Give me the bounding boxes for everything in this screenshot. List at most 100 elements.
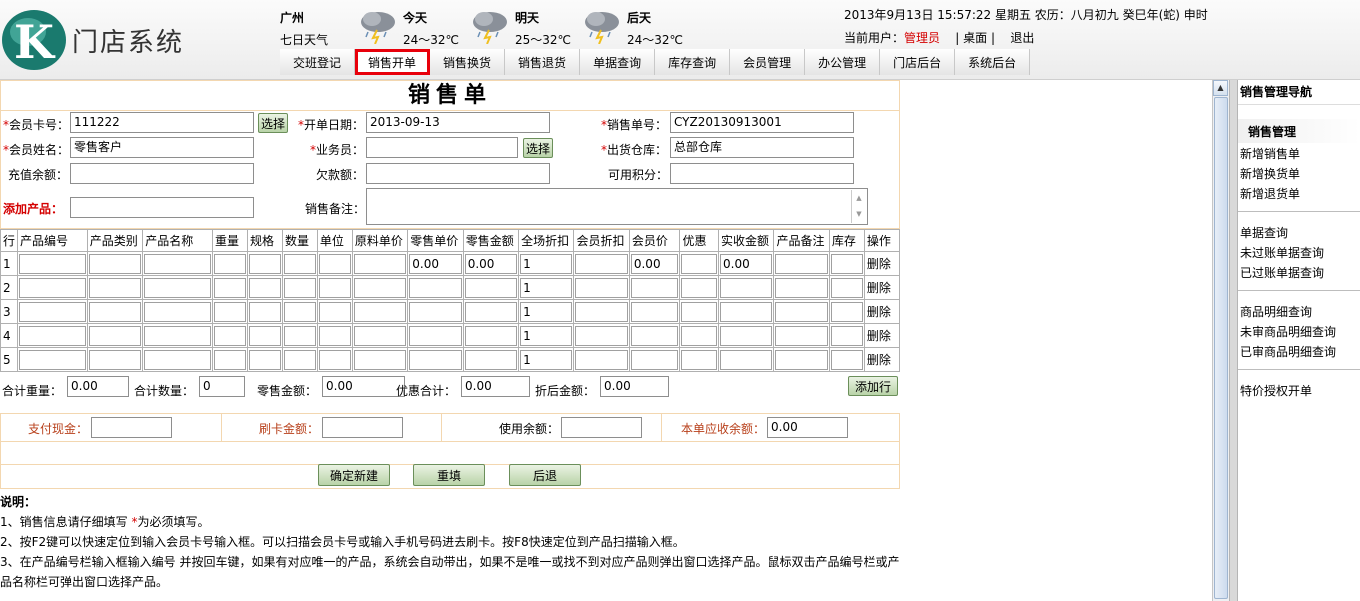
remark-scrollbar[interactable]: ▲ ▼ (851, 190, 866, 223)
cell-input[interactable] (283, 349, 316, 370)
cell-input[interactable] (144, 325, 211, 346)
tab-store-backend[interactable]: 门店后台 (880, 49, 956, 75)
open-date-input[interactable]: 2013-09-13 (366, 112, 550, 133)
nav-new-sale[interactable]: 新增销售单 (1238, 143, 1360, 163)
scroll-up-arrow-icon[interactable]: ▲ (1213, 80, 1228, 96)
remark-textarea[interactable] (366, 188, 868, 225)
nav-unapproved-detail-query[interactable]: 未审商品明细查询 (1238, 321, 1360, 341)
cell-input[interactable] (575, 253, 628, 274)
after-discount-input[interactable]: 0.00 (600, 376, 669, 397)
warehouse-input[interactable]: 总部仓库 (670, 137, 854, 158)
panel-splitter[interactable] (1229, 80, 1237, 601)
nav-unposted-query[interactable]: 未过账单据查询 (1238, 242, 1360, 262)
cell-input[interactable] (88, 253, 142, 274)
cell-input[interactable] (775, 253, 828, 274)
due-balance-input[interactable]: 0.00 (767, 417, 848, 438)
cell-input[interactable]: 1 (520, 277, 573, 298)
total-weight-input[interactable]: 0.00 (67, 376, 129, 397)
cell-input[interactable] (681, 301, 718, 322)
cell-input[interactable] (775, 301, 828, 322)
cell-input[interactable] (720, 277, 773, 298)
delete-row-link[interactable]: 删除 (863, 275, 901, 300)
nav-approved-detail-query[interactable]: 已审商品明细查询 (1238, 341, 1360, 361)
member-select-button[interactable]: 选择 (258, 113, 288, 133)
delete-row-link[interactable]: 删除 (863, 347, 901, 372)
tab-sales-exchange[interactable]: 销售换货 (430, 49, 506, 75)
cell-input[interactable] (409, 277, 462, 298)
cell-input[interactable] (248, 253, 281, 274)
cell-input[interactable]: 0.00 (720, 253, 773, 274)
delete-row-link[interactable]: 删除 (863, 251, 901, 276)
cell-input[interactable] (464, 349, 518, 370)
cell-input[interactable] (630, 349, 679, 370)
add-row-button[interactable]: 添加行 (848, 376, 898, 396)
cell-input[interactable] (830, 325, 863, 346)
nav-new-return[interactable]: 新增退货单 (1238, 183, 1360, 203)
cell-input[interactable] (283, 325, 316, 346)
cell-input[interactable] (575, 349, 628, 370)
delete-row-link[interactable]: 删除 (863, 323, 901, 348)
member-card-input[interactable]: 111222 (70, 112, 254, 133)
cell-input[interactable] (353, 325, 407, 346)
cell-input[interactable] (830, 277, 863, 298)
cell-input[interactable] (353, 253, 407, 274)
balance-input[interactable] (70, 163, 254, 184)
cell-input[interactable] (464, 277, 518, 298)
cell-input[interactable] (213, 277, 246, 298)
tab-stock-query[interactable]: 库存查询 (655, 49, 731, 75)
cell-input[interactable]: 1 (520, 325, 573, 346)
cell-input[interactable] (88, 277, 142, 298)
tab-system-backend[interactable]: 系统后台 (955, 49, 1031, 75)
cell-input[interactable] (248, 349, 281, 370)
cell-input[interactable] (720, 325, 773, 346)
cell-input[interactable] (318, 301, 351, 322)
cell-input[interactable] (318, 325, 351, 346)
cell-input[interactable] (830, 253, 863, 274)
cell-input[interactable] (409, 349, 462, 370)
cell-input[interactable] (213, 349, 246, 370)
confirm-create-button[interactable]: 确定新建 (318, 464, 390, 486)
tab-member-management[interactable]: 会员管理 (730, 49, 806, 75)
cell-input[interactable] (144, 277, 211, 298)
cell-input[interactable] (575, 301, 628, 322)
cell-input[interactable] (144, 253, 211, 274)
nav-posted-query[interactable]: 已过账单据查询 (1238, 262, 1360, 282)
salesman-input[interactable] (366, 137, 518, 158)
cell-input[interactable]: 1 (520, 253, 573, 274)
cell-input[interactable] (144, 301, 211, 322)
cell-input[interactable] (144, 349, 211, 370)
cell-input[interactable] (283, 277, 316, 298)
cell-input[interactable] (464, 301, 518, 322)
desktop-link[interactable]: 桌面 (963, 31, 987, 45)
cell-input[interactable] (681, 325, 718, 346)
cell-input[interactable]: 1 (520, 301, 573, 322)
cell-input[interactable] (353, 349, 407, 370)
logout-link[interactable]: 退出 (1010, 31, 1034, 45)
cell-input[interactable] (318, 277, 351, 298)
weather-label[interactable]: 七日天气 (280, 31, 328, 48)
cell-input[interactable] (19, 253, 86, 274)
cell-input[interactable] (248, 277, 281, 298)
cell-input[interactable] (830, 301, 863, 322)
cell-input[interactable] (681, 277, 718, 298)
tab-document-query[interactable]: 单据查询 (580, 49, 656, 75)
reset-button[interactable]: 重填 (413, 464, 485, 486)
cell-input[interactable] (775, 325, 828, 346)
cell-input[interactable] (19, 301, 86, 322)
points-input[interactable] (670, 163, 854, 184)
nav-product-detail-query[interactable]: 商品明细查询 (1238, 301, 1360, 321)
cash-input[interactable] (91, 417, 172, 438)
cell-input[interactable] (464, 325, 518, 346)
cell-input[interactable] (88, 325, 142, 346)
cell-input[interactable] (19, 325, 86, 346)
scrollbar-thumb[interactable] (1214, 97, 1228, 599)
cell-input[interactable] (353, 277, 407, 298)
cell-input[interactable] (720, 301, 773, 322)
cell-input[interactable] (720, 349, 773, 370)
sale-no-input[interactable]: CYZ20130913001 (670, 112, 854, 133)
back-button[interactable]: 后退 (509, 464, 581, 486)
member-name-input[interactable]: 零售客户 (70, 137, 254, 158)
cell-input[interactable] (213, 253, 246, 274)
cell-input[interactable] (830, 349, 863, 370)
cell-input[interactable] (19, 349, 86, 370)
